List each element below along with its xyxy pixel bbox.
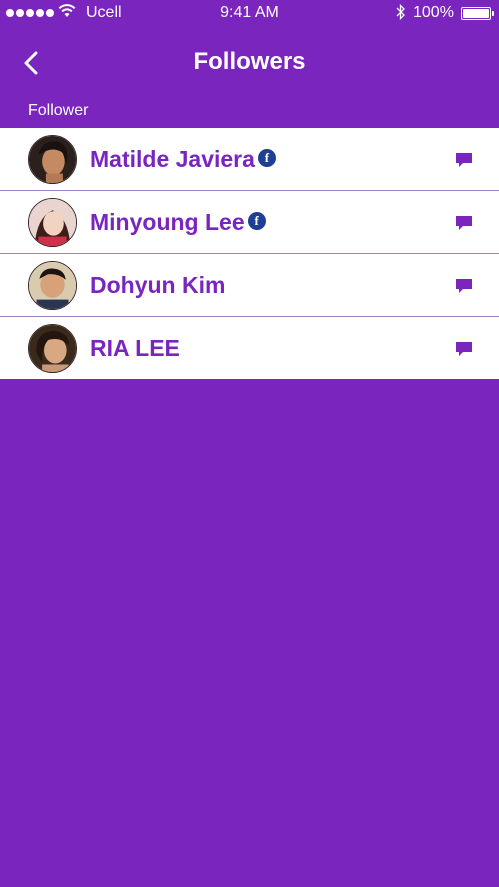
list-item[interactable]: RIA LEE bbox=[0, 317, 499, 379]
battery-icon bbox=[461, 7, 494, 20]
list-item[interactable]: Matilde Javiera f bbox=[0, 128, 499, 191]
section-header: Follower bbox=[28, 102, 89, 119]
message-icon[interactable] bbox=[455, 215, 473, 231]
follower-name[interactable]: Matilde Javiera bbox=[90, 146, 255, 173]
facebook-icon: f bbox=[247, 212, 266, 230]
message-icon[interactable] bbox=[455, 152, 473, 168]
avatar[interactable] bbox=[28, 135, 77, 184]
navigation-bar: Followers bbox=[0, 28, 499, 96]
avatar[interactable] bbox=[28, 261, 77, 310]
follower-name[interactable]: Dohyun Kim bbox=[90, 272, 225, 299]
status-bar: Ucell 9:41 AM 100% bbox=[0, 0, 499, 28]
message-icon[interactable] bbox=[455, 341, 473, 357]
message-icon[interactable] bbox=[455, 278, 473, 294]
followers-list: Matilde Javiera f Minyoung Lee f Dohyun … bbox=[0, 128, 499, 379]
list-item[interactable]: Dohyun Kim bbox=[0, 254, 499, 317]
followers-screen: Ucell 9:41 AM 100% Followers Follower Ma… bbox=[0, 0, 499, 887]
battery-percent: 100% bbox=[413, 4, 454, 21]
bluetooth-icon bbox=[396, 3, 405, 21]
follower-name[interactable]: Minyoung Lee bbox=[90, 209, 245, 236]
avatar[interactable] bbox=[28, 198, 77, 247]
list-item[interactable]: Minyoung Lee f bbox=[0, 191, 499, 254]
avatar[interactable] bbox=[28, 324, 77, 373]
page-title: Followers bbox=[193, 48, 306, 75]
facebook-icon: f bbox=[257, 149, 276, 167]
follower-name[interactable]: RIA LEE bbox=[90, 335, 180, 362]
